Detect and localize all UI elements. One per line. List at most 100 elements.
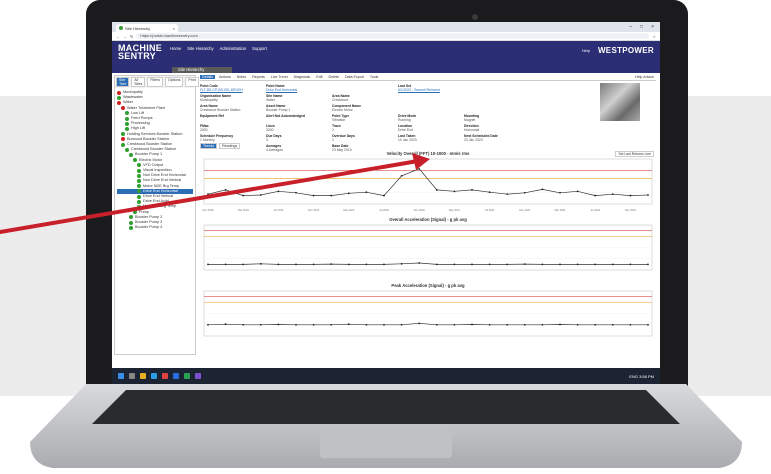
field-cell: Last Set 6/1/2022 - Summit Reinvest [398, 84, 460, 92]
data-point [295, 263, 297, 266]
data-point [365, 323, 368, 326]
tab-actions[interactable]: Actions [217, 75, 233, 79]
equipment-photo[interactable] [600, 83, 640, 121]
app-body: Site Tree All Sites Filters Options Prin… [112, 73, 660, 368]
help-advice-link[interactable]: Help Advice [633, 75, 656, 79]
status-dot-icon [129, 153, 133, 158]
help-link[interactable]: Help [582, 48, 590, 53]
outlook-icon[interactable] [173, 373, 179, 379]
data-point [523, 191, 526, 194]
field-value: Booster Pump 1 [266, 108, 291, 112]
tab-trends[interactable]: Trends [200, 143, 218, 149]
nav-home[interactable]: Home [170, 46, 181, 51]
field-cell: FMax 2000 [200, 124, 262, 132]
data-point [435, 189, 438, 191]
language-indicator[interactable]: ENG [629, 374, 638, 379]
tab-all-sites[interactable]: All Sites [131, 77, 146, 87]
close-window-button[interactable]: × [651, 24, 654, 30]
data-point [629, 194, 632, 197]
data-point [312, 194, 315, 197]
tab-delete[interactable]: Delete [327, 75, 341, 79]
minimize-button[interactable]: – [629, 24, 632, 30]
url-field[interactable]: https://portal.machinesentry.com [136, 33, 650, 39]
set-last-returns-button[interactable]: Set Last Returns Line [615, 151, 654, 157]
start-icon[interactable] [118, 373, 124, 379]
data-point [629, 263, 632, 266]
clock[interactable]: 3:58 PM [639, 374, 654, 379]
tab-details[interactable]: Details [200, 75, 215, 79]
status-dot-icon [129, 225, 133, 230]
tab-tools[interactable]: Tools [368, 75, 380, 79]
data-point [435, 323, 438, 326]
overall-acceleration-chart-svg[interactable] [200, 222, 656, 280]
app-header: MACHINE SENTRY Home Site Hierarchy Admin… [112, 41, 660, 67]
tab-options[interactable]: Options [165, 77, 184, 87]
data-point [594, 194, 597, 197]
nav-support[interactable]: Support [252, 46, 267, 51]
close-tab-icon[interactable]: × [173, 26, 175, 31]
tab-edit[interactable]: Edit [314, 75, 324, 79]
chrome-icon[interactable] [162, 373, 168, 379]
nav-site-hierarchy[interactable]: Site Hierarchy [187, 46, 213, 51]
data-point [383, 323, 385, 326]
tab-notes[interactable]: Notes [235, 75, 248, 79]
field-value[interactable]: 6/1/2022 - Summit Reinvest [398, 88, 460, 92]
tab-filters[interactable]: Filters [147, 77, 164, 87]
file-explorer-icon[interactable] [140, 373, 146, 379]
tab-data-export[interactable]: Data Export [343, 75, 366, 79]
bookmark-icon[interactable]: ☆ [652, 34, 656, 39]
data-point [576, 263, 579, 266]
reload-icon[interactable]: ↻ [130, 34, 133, 39]
field-cell: Last Taken 10 Jan 2023 [398, 134, 460, 142]
data-point [400, 262, 403, 265]
tree-node[interactable]: Booster Pump 4 [117, 225, 193, 230]
edge-icon[interactable] [151, 373, 157, 379]
search-icon[interactable] [129, 373, 135, 379]
field-cell [398, 104, 460, 112]
field-value[interactable]: FLT-DE-CP-BS-001-DEHZH [200, 88, 262, 92]
field-value: 3 [266, 138, 268, 142]
field-value[interactable]: Drive End Horizontal [266, 88, 328, 92]
browser-tab[interactable]: Site Hierarchy × [116, 24, 178, 32]
maximize-button[interactable]: □ [640, 24, 643, 30]
tab-reports[interactable]: Reports [250, 75, 267, 79]
data-point [453, 190, 456, 193]
back-icon[interactable]: ← [116, 34, 120, 39]
tab-print[interactable]: Print [185, 77, 199, 87]
data-point [365, 191, 368, 194]
data-point [594, 323, 597, 326]
field-value: 1 [332, 138, 334, 142]
status-dot-icon [125, 147, 129, 152]
tab-live-trend[interactable]: Live Trend [269, 75, 290, 79]
data-point [576, 323, 579, 326]
forward-icon[interactable]: → [123, 34, 127, 39]
data-point [383, 263, 385, 266]
teams-icon[interactable] [195, 373, 201, 379]
excel-icon[interactable] [184, 373, 190, 379]
data-point [559, 263, 561, 266]
tab-site-tree[interactable]: Site Tree [116, 77, 130, 87]
status-dot-icon [125, 121, 129, 126]
point-fields: Point Code FLT-DE-CP-BS-001-DEHZH Point Na… [200, 84, 656, 152]
top-nav: Home Site Hierarchy Administration Suppo… [170, 46, 267, 51]
field-cell: Area Name Crestwood Booster Station [200, 104, 262, 112]
data-point [488, 191, 491, 194]
field-cell: Due Days 3 [266, 134, 328, 142]
data-point [541, 263, 544, 266]
peak-acceleration-chart-svg[interactable] [200, 288, 656, 346]
data-point [506, 263, 509, 266]
status-dot-icon [137, 205, 141, 210]
status-dot-icon [133, 210, 137, 215]
tab-readings[interactable]: Readings [219, 143, 241, 149]
tab-diagnostic[interactable]: Diagnostic [292, 75, 313, 79]
velocity-chart-svg[interactable]: Nov 2018 Mar 2019 Jul 2019 Nov 2019 Mar 2020… [200, 156, 656, 214]
status-dot-icon [125, 127, 129, 132]
data-point [224, 189, 227, 191]
nav-administration[interactable]: Administration [220, 46, 247, 51]
status-dot-icon [137, 163, 141, 168]
westpower-logo: WESTPOWER [597, 46, 654, 55]
laptop-screen: Site Hierarchy × – □ × ← → ↻ https://por… [112, 22, 660, 384]
status-dot-icon [137, 179, 141, 184]
data-point [453, 323, 456, 326]
field-cell [464, 94, 526, 102]
